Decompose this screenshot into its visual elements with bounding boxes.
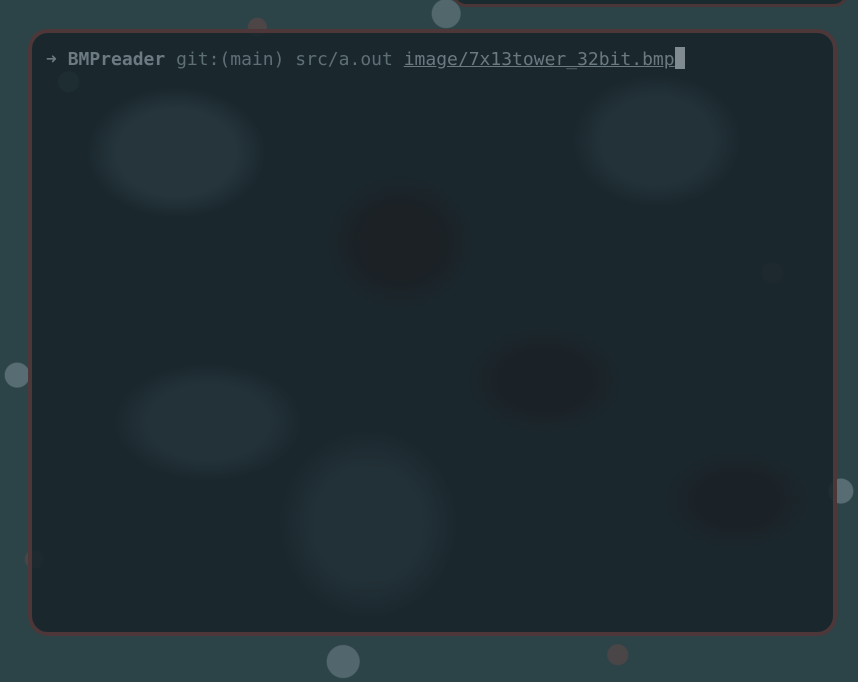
command-text: src/a.out (295, 49, 393, 70)
command-argument: image/7x13tower_32bit.bmp (403, 49, 675, 70)
git-branch-info: git:(main) (176, 49, 285, 70)
current-directory: BMPreader (67, 49, 166, 70)
text-cursor (674, 47, 685, 69)
terminal-window[interactable]: ➜ BMPreader git:(main) src/a.out image/7… (28, 29, 837, 636)
background-window[interactable] (452, 0, 848, 7)
prompt-arrow-icon: ➜ (46, 49, 57, 70)
terminal-prompt-line[interactable]: ➜ BMPreader git:(main) src/a.out image/7… (46, 47, 685, 72)
